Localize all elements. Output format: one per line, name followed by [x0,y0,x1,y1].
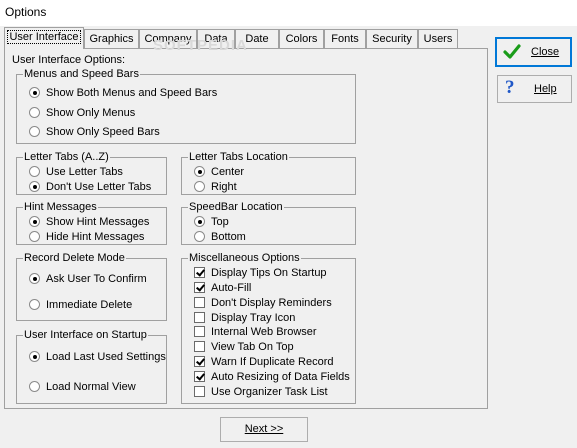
group-title: Menus and Speed Bars [23,68,140,80]
radio-show-only-speed-bars[interactable]: Show Only Speed Bars [29,125,160,139]
tab-users[interactable]: Users [418,29,458,48]
checkmark-icon [503,44,521,59]
menus-speed-bars-group: Menus and Speed Bars Show Both Menus and… [16,68,356,144]
help-button-label: Help [534,83,557,95]
tab-colors[interactable]: Colors [279,29,324,48]
title-bar: Options [0,0,577,26]
group-title: User Interface on Startup [23,329,148,341]
group-title: Miscellaneous Options [188,252,301,264]
tab-security[interactable]: Security [366,29,418,48]
radio-immediate-delete[interactable]: Immediate Delete [29,298,132,312]
letter-tabs-group: Letter Tabs (A..Z) Use Letter Tabs Don't… [16,151,167,195]
softpedia-watermark: SOFTPEDIA [153,37,248,54]
checkbox-display-tips-on-startup[interactable]: Display Tips On Startup [194,266,327,280]
radio-show-hint-messages[interactable]: Show Hint Messages [29,215,149,229]
record-delete-mode-group: Record Delete Mode Ask User To Confirm I… [16,252,167,321]
help-button[interactable]: ? Help [497,75,572,103]
panel-title: User Interface Options: [12,54,126,66]
radio-center[interactable]: Center [194,165,244,179]
radio-ask-user-to-confirm[interactable]: Ask User To Confirm [29,272,147,286]
tab-graphics[interactable]: Graphics [84,29,139,48]
checkbox-view-tab-on-top[interactable]: View Tab On Top [194,340,294,354]
startup-group: User Interface on Startup Load Last Used… [16,329,167,404]
radio-top[interactable]: Top [194,215,229,229]
help-question-icon: ? [505,77,515,98]
radio-use-letter-tabs[interactable]: Use Letter Tabs [29,165,123,179]
checkbox-use-organizer-task-list[interactable]: Use Organizer Task List [194,385,328,399]
group-title: Letter Tabs (A..Z) [23,151,110,163]
tab-user-interface[interactable]: User Interface [4,27,84,49]
hint-messages-group: Hint Messages Show Hint Messages Hide Hi… [16,201,167,245]
next-button-label: Next >> [244,423,284,435]
checkbox-warn-if-duplicate-record[interactable]: Warn If Duplicate Record [194,355,333,369]
radio-show-only-menus[interactable]: Show Only Menus [29,106,135,120]
close-button[interactable]: Close [495,37,572,67]
radio-right[interactable]: Right [194,180,237,194]
checkbox-auto-resizing-data-fields[interactable]: Auto Resizing of Data Fields [194,370,350,384]
radio-bottom[interactable]: Bottom [194,230,246,244]
radio-load-last-used-settings[interactable]: Load Last Used Settings [29,350,166,364]
radio-load-normal-view[interactable]: Load Normal View [29,380,136,394]
tab-panel: User Interface Options: SOFTPEDIA Menus … [4,37,488,409]
speedbar-location-group: SpeedBar Location Top Bottom [181,201,356,245]
close-button-label: Close [531,46,560,58]
radio-hide-hint-messages[interactable]: Hide Hint Messages [29,230,144,244]
group-title: Record Delete Mode [23,252,126,264]
radio-show-both[interactable]: Show Both Menus and Speed Bars [29,86,217,100]
checkbox-dont-display-reminders[interactable]: Don't Display Reminders [194,296,332,310]
next-button[interactable]: Next >> [220,417,308,442]
checkbox-display-tray-icon[interactable]: Display Tray Icon [194,311,295,325]
window-title: Options [5,5,47,19]
checkbox-internal-web-browser[interactable]: Internal Web Browser [194,325,317,339]
group-title: SpeedBar Location [188,201,284,213]
group-title: Letter Tabs Location [188,151,289,163]
checkbox-auto-fill[interactable]: Auto-Fill [194,281,251,295]
letter-tabs-location-group: Letter Tabs Location Center Right [181,151,356,195]
misc-options-group: Miscellaneous Options Display Tips On St… [181,252,356,404]
radio-dont-use-letter-tabs[interactable]: Don't Use Letter Tabs [29,180,151,194]
tab-fonts[interactable]: Fonts [324,29,366,48]
group-title: Hint Messages [23,201,98,213]
